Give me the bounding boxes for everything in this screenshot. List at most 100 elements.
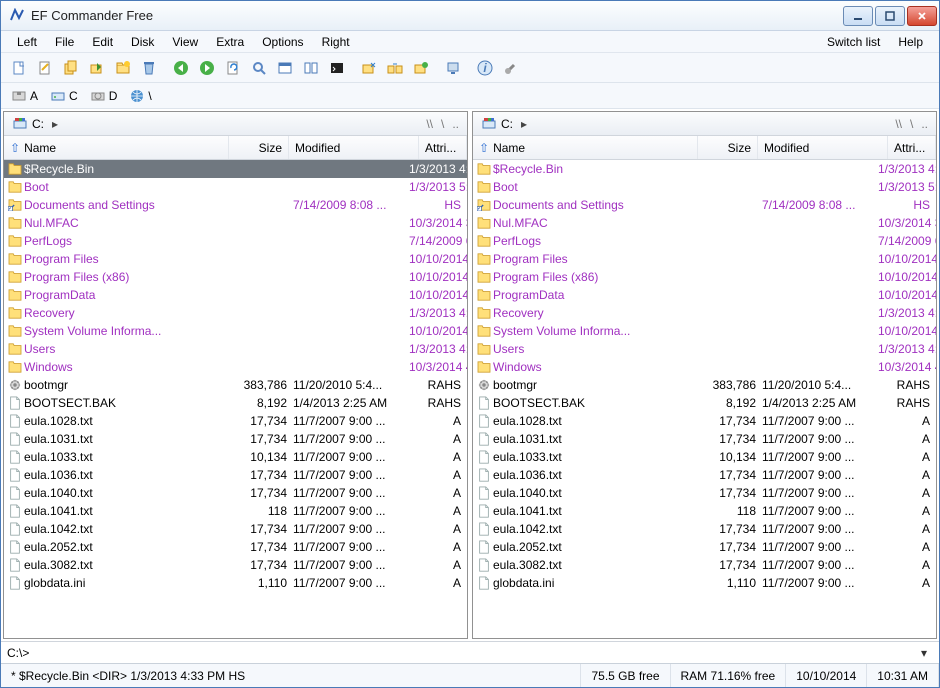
maximize-button[interactable] [875,6,905,26]
sync-icon[interactable] [357,56,381,80]
menu-view[interactable]: View [164,33,206,51]
command-dropdown-icon[interactable]: ▾ [915,646,933,660]
folder-row[interactable]: PerfLogs7/14/2009 6:20 ... [4,232,467,250]
menu-edit[interactable]: Edit [84,33,121,51]
col-modified[interactable]: Modified [758,136,888,159]
folder-row[interactable]: Program Files10/10/2014 10:...R [4,250,467,268]
folder-row[interactable]: Boot1/3/2013 5:59 PMHS [473,178,936,196]
file-row[interactable]: eula.1042.txt17,73411/7/2007 9:00 ...A [4,520,467,538]
file-row[interactable]: BOOTSECT.BAK8,1921/4/2013 2:25 AMRAHS [4,394,467,412]
menu-file[interactable]: File [47,33,82,51]
folder-row[interactable]: Windows10/3/2014 4:43 ... [473,358,936,376]
folder-row[interactable]: System Volume Informa...10/10/2014 7:5..… [473,322,936,340]
drive-network[interactable]: \ [125,86,155,106]
back-icon[interactable] [169,56,193,80]
col-attributes[interactable]: Attri... [888,136,936,159]
pack-icon[interactable] [409,56,433,80]
menu-extra[interactable]: Extra [208,33,252,51]
view-list-icon[interactable] [273,56,297,80]
file-row[interactable]: eula.1028.txt17,73411/7/2007 9:00 ...A [473,412,936,430]
file-row[interactable]: eula.1036.txt17,73411/7/2007 9:00 ...A [4,466,467,484]
copy-icon[interactable] [59,56,83,80]
folder-row[interactable]: Nul.MFAC10/3/2014 3:35 ...HS [4,214,467,232]
col-modified[interactable]: Modified [289,136,419,159]
folder-row[interactable]: Documents and Settings7/14/2009 8:08 ...… [473,196,936,214]
new-file-icon[interactable] [7,56,31,80]
file-row[interactable]: eula.1042.txt17,73411/7/2007 9:00 ...A [473,520,936,538]
folder-row[interactable]: Program Files10/10/2014 10:...R [473,250,936,268]
menu-disk[interactable]: Disk [123,33,162,51]
col-name[interactable]: ⇧Name [4,136,229,159]
folder-row[interactable]: Documents and Settings7/14/2009 8:08 ...… [4,196,467,214]
menu-switch-list[interactable]: Switch list [819,33,888,51]
file-row[interactable]: eula.1033.txt10,13411/7/2007 9:00 ...A [4,448,467,466]
file-row[interactable]: eula.1041.txt11811/7/2007 9:00 ...A [473,502,936,520]
folder-row[interactable]: ProgramData10/10/2014 7:4...H [4,286,467,304]
info-icon[interactable]: i [473,56,497,80]
col-name[interactable]: ⇧Name [473,136,698,159]
file-row[interactable]: eula.1031.txt17,73411/7/2007 9:00 ...A [473,430,936,448]
folder-row[interactable]: Program Files (x86)10/10/2014 10:...R [4,268,467,286]
drive-a[interactable]: A [7,86,42,106]
delete-icon[interactable] [137,56,161,80]
folder-row[interactable]: $Recycle.Bin1/3/2013 4:33 PMHS [473,160,936,178]
file-row[interactable]: eula.1031.txt17,73411/7/2007 9:00 ...A [4,430,467,448]
menu-help[interactable]: Help [890,33,931,51]
left-path-bar[interactable]: C: ▸ \\ \ .. [4,112,467,136]
left-tab-parent-icon[interactable]: .. [448,117,463,131]
file-row[interactable]: eula.3082.txt17,73411/7/2007 9:00 ...A [473,556,936,574]
folder-row[interactable]: Recovery1/3/2013 4:31 PMHS [4,304,467,322]
folder-row[interactable]: Nul.MFAC10/3/2014 3:35 ...HS [473,214,936,232]
col-attributes[interactable]: Attri... [419,136,467,159]
file-row[interactable]: globdata.ini1,11011/7/2007 9:00 ...A [4,574,467,592]
file-row[interactable]: eula.1041.txt11811/7/2007 9:00 ...A [4,502,467,520]
file-row[interactable]: bootmgr383,78611/20/2010 5:4...RAHS [473,376,936,394]
file-row[interactable]: eula.1040.txt17,73411/7/2007 9:00 ...A [473,484,936,502]
menu-left[interactable]: Left [9,33,45,51]
new-folder-icon[interactable] [111,56,135,80]
left-tab-root-icon[interactable]: \\ [422,117,437,131]
breadcrumb-arrow-icon[interactable]: ▸ [48,117,62,131]
file-row[interactable]: eula.3082.txt17,73411/7/2007 9:00 ...A [4,556,467,574]
folder-row[interactable]: Windows10/3/2014 4:43 ... [4,358,467,376]
folder-row[interactable]: Users1/3/2013 4:32 PMR [4,340,467,358]
right-tab-root-icon[interactable]: \\ [891,117,906,131]
network-icon[interactable] [441,56,465,80]
file-row[interactable]: eula.1036.txt17,73411/7/2007 9:00 ...A [473,466,936,484]
file-row[interactable]: BOOTSECT.BAK8,1921/4/2013 2:25 AMRAHS [473,394,936,412]
breadcrumb-arrow-icon[interactable]: ▸ [517,117,531,131]
folder-row[interactable]: System Volume Informa...10/10/2014 7:5..… [4,322,467,340]
right-drive-indicator[interactable]: C: [477,116,517,132]
view-split-icon[interactable] [299,56,323,80]
move-icon[interactable] [85,56,109,80]
file-row[interactable]: globdata.ini1,11011/7/2007 9:00 ...A [473,574,936,592]
left-drive-indicator[interactable]: C: [8,116,48,132]
col-size[interactable]: Size [698,136,758,159]
folder-row[interactable]: Recovery1/3/2013 4:31 PMHS [473,304,936,322]
compare-icon[interactable] [383,56,407,80]
right-tab-parent-icon[interactable]: .. [917,117,932,131]
folder-row[interactable]: Users1/3/2013 4:32 PMR [473,340,936,358]
col-size[interactable]: Size [229,136,289,159]
right-path-bar[interactable]: C: ▸ \\ \ .. [473,112,936,136]
right-tab-up-icon[interactable]: \ [906,117,917,131]
left-file-list[interactable]: $Recycle.Bin1/3/2013 4:33 PMHSBoot1/3/20… [4,160,467,638]
menu-right[interactable]: Right [314,33,358,51]
refresh-icon[interactable] [221,56,245,80]
file-row[interactable]: eula.1040.txt17,73411/7/2007 9:00 ...A [4,484,467,502]
file-row[interactable]: eula.1033.txt10,13411/7/2007 9:00 ...A [473,448,936,466]
settings-icon[interactable] [499,56,523,80]
folder-row[interactable]: $Recycle.Bin1/3/2013 4:33 PMHS [4,160,467,178]
right-file-list[interactable]: $Recycle.Bin1/3/2013 4:33 PMHSBoot1/3/20… [473,160,936,638]
file-row[interactable]: eula.1028.txt17,73411/7/2007 9:00 ...A [4,412,467,430]
folder-row[interactable]: PerfLogs7/14/2009 6:20 ... [473,232,936,250]
menu-options[interactable]: Options [254,33,311,51]
console-icon[interactable] [325,56,349,80]
left-tab-up-icon[interactable]: \ [437,117,448,131]
drive-d[interactable]: D [86,86,122,106]
command-line[interactable]: C:\> ▾ [1,641,939,663]
edit-icon[interactable] [33,56,57,80]
folder-row[interactable]: Program Files (x86)10/10/2014 10:...R [473,268,936,286]
drive-c[interactable]: C [46,86,82,106]
folder-row[interactable]: ProgramData10/10/2014 7:4...H [473,286,936,304]
